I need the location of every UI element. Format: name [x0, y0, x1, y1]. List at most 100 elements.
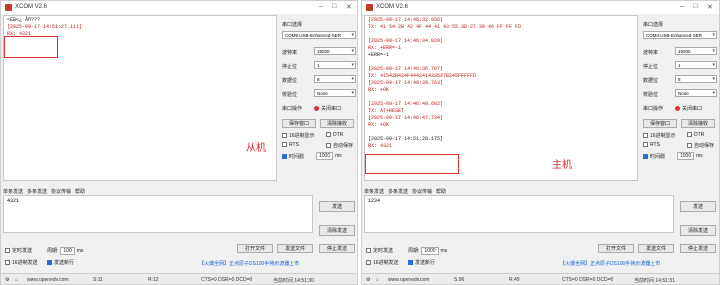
newline-checkbox[interactable]: 发送新行 [47, 259, 74, 266]
timestamp-checkbox[interactable]: 时间戳 [282, 153, 304, 160]
timestamp-interval[interactable]: 1000 ms [314, 152, 342, 160]
baud-select[interactable]: 19200 ▾ [314, 47, 356, 55]
hex-display-checkbox[interactable]: 16进制显示 [282, 132, 315, 139]
ad-link[interactable]: 【火爆全网】正点原子DS100手持示波器上市 [560, 260, 660, 267]
hex-send-checkbox[interactable]: 16进制发送 [5, 259, 38, 266]
parity-select[interactable]: None ▾ [675, 89, 717, 97]
stop-send-button[interactable]: 停止发送 [319, 244, 355, 253]
status-sent: S:11 [93, 277, 103, 283]
log-line: [2025-09-17 14:46:49.692] [368, 101, 444, 107]
settings-panel: 串口选择 COM4:USB-Enhanced-SER ▾ 波特率 19200 ▾ 停… [641, 15, 719, 187]
stop-select[interactable]: 1 ▾ [675, 61, 717, 69]
send-file-button[interactable]: 发送文件 [638, 244, 674, 253]
parity-select[interactable]: None ▾ [314, 89, 356, 97]
timestamp-checkbox[interactable]: 时间戳 [643, 153, 665, 160]
log-line: RX: 4321 [368, 143, 393, 149]
chevron-down-icon: ▾ [351, 90, 354, 96]
send-button[interactable]: 发送 [680, 201, 716, 212]
port-label: 串口选择 [643, 22, 664, 28]
status-time: 当前时间 14:51:31 [634, 278, 675, 284]
op-label: 串口操作 [643, 106, 664, 112]
status-lines: CTS=0 DSR=0 DCD=0 [201, 277, 253, 283]
send-button[interactable]: 发送 [319, 201, 355, 212]
status-url[interactable]: www.openedv.com [27, 277, 69, 283]
app-icon [5, 4, 12, 11]
close-port-button[interactable]: 关闭串口 [675, 105, 702, 112]
stop-select[interactable]: 1 ▾ [314, 61, 356, 69]
port-select[interactable]: COM5:USB-Enhanced-SER ▾ [282, 31, 356, 39]
data-select[interactable]: 8 ▾ [675, 75, 717, 83]
status-time: 当前时间 14:51:30 [273, 278, 314, 284]
clear-send-button[interactable]: 清除发送 [319, 225, 355, 236]
log-line: TX: 41542B424F444241433527B245FFFFFD [368, 73, 477, 79]
auto-save-checkbox[interactable]: 自动保存 [326, 142, 353, 149]
port-label: 串口选择 [282, 22, 303, 28]
stop-label: 停止位 [282, 64, 298, 70]
status-bar: ⚙ ⌂ www.openedv.com S:96 R:49 CTS=0 DSR=… [362, 273, 719, 284]
log-line: [2025-09-17 14:46:47.734] [368, 115, 444, 121]
stop-label: 停止位 [643, 64, 659, 70]
send-input[interactable]: 4321 [3, 195, 313, 233]
newline-checkbox[interactable]: 发送新行 [408, 259, 435, 266]
timed-send-checkbox[interactable]: 定时发送 [366, 247, 393, 254]
baud-select[interactable]: 19200 ▾ [675, 47, 717, 55]
status-url[interactable]: www.openedv.com [388, 277, 430, 283]
rts-checkbox[interactable]: RTS [643, 142, 660, 148]
log-line: TX: AT+RESET [368, 108, 405, 114]
hex-send-checkbox[interactable]: 16进制发送 [366, 259, 399, 266]
log-line: RX: +OK [368, 122, 390, 128]
period-field[interactable]: 周期: 1000 ms [408, 247, 447, 255]
timed-send-checkbox[interactable]: 定时发送 [5, 247, 32, 254]
window-title: XCOM V2.6 [376, 4, 409, 10]
auto-save-checkbox[interactable]: 自动保存 [687, 142, 714, 149]
log-line: [2025-09-17 14:51:28.175] [368, 136, 444, 142]
settings-icon[interactable]: ⚙ [366, 277, 370, 283]
ad-link[interactable]: 【火爆全网】正点原子DS100手持示波器上市 [199, 260, 299, 267]
op-label: 串口操作 [282, 106, 303, 112]
device-label: 从机 [246, 143, 266, 154]
maximize-icon[interactable]: □ [693, 3, 697, 10]
send-tabs: 单条发送 多条发送 协议传输 帮助 [364, 188, 450, 195]
hex-display-checkbox[interactable]: 16进制显示 [643, 132, 676, 139]
settings-icon[interactable]: ⚙ [5, 277, 9, 283]
send-file-button[interactable]: 发送文件 [277, 244, 313, 253]
period-field[interactable]: 周期: 100 ms [47, 247, 83, 255]
minimize-icon[interactable]: – [680, 3, 684, 10]
parity-label: 校验位 [282, 92, 298, 98]
save-window-button[interactable]: 保存窗口 [282, 119, 316, 128]
timestamp-interval[interactable]: 1000 ms [675, 152, 703, 160]
settings-panel: 串口选择 COM5:USB-Enhanced-SER ▾ 波特率 19200 ▾ 停… [280, 15, 357, 187]
chevron-down-icon: ▾ [351, 32, 354, 38]
close-icon[interactable]: ✕ [707, 3, 713, 11]
open-file-button[interactable]: 打开文件 [598, 244, 634, 253]
home-icon[interactable]: ⌂ [376, 277, 379, 283]
rts-checkbox[interactable]: RTS [282, 142, 299, 148]
chevron-down-icon: ▾ [712, 90, 715, 96]
app-icon [366, 4, 373, 11]
title-bar: XCOM V2.6 – □ ✕ [362, 1, 719, 14]
status-received: R:49 [509, 277, 520, 283]
minimize-icon[interactable]: – [319, 3, 323, 10]
log-line: [2025-09-17 14:46:36.707] [368, 66, 444, 72]
clear-receive-button[interactable]: 清除接收 [320, 119, 354, 128]
dtr-checkbox[interactable]: DTR [687, 132, 704, 138]
status-lines: CTS=0 DSR=0 DCD=0 [562, 277, 614, 283]
maximize-icon[interactable]: □ [332, 3, 336, 10]
save-window-button[interactable]: 保存窗口 [643, 119, 677, 128]
dtr-checkbox[interactable]: DTR [326, 132, 343, 138]
xcom-window-left: XCOM V2.6 – □ ✕ <EB<¿ Åñ??? [2025-09-17 1… [0, 0, 358, 285]
close-icon[interactable]: ✕ [346, 3, 352, 11]
stop-send-button[interactable]: 停止发送 [680, 244, 716, 253]
close-port-button[interactable]: 关闭串口 [314, 105, 341, 112]
data-select[interactable]: 8 ▾ [314, 75, 356, 83]
home-icon[interactable]: ⌂ [15, 277, 18, 283]
port-select[interactable]: COM4:USB-Enhanced-SER ▾ [643, 31, 717, 39]
clear-send-button[interactable]: 清除发送 [680, 225, 716, 236]
chevron-down-icon: ▾ [351, 48, 354, 54]
clear-receive-button[interactable]: 清除接收 [681, 119, 715, 128]
send-input[interactable]: 1234 [364, 195, 674, 233]
log-line: [2025-09-17 14:46:39.763] [368, 80, 444, 86]
highlight-box [365, 154, 459, 174]
open-file-button[interactable]: 打开文件 [237, 244, 273, 253]
